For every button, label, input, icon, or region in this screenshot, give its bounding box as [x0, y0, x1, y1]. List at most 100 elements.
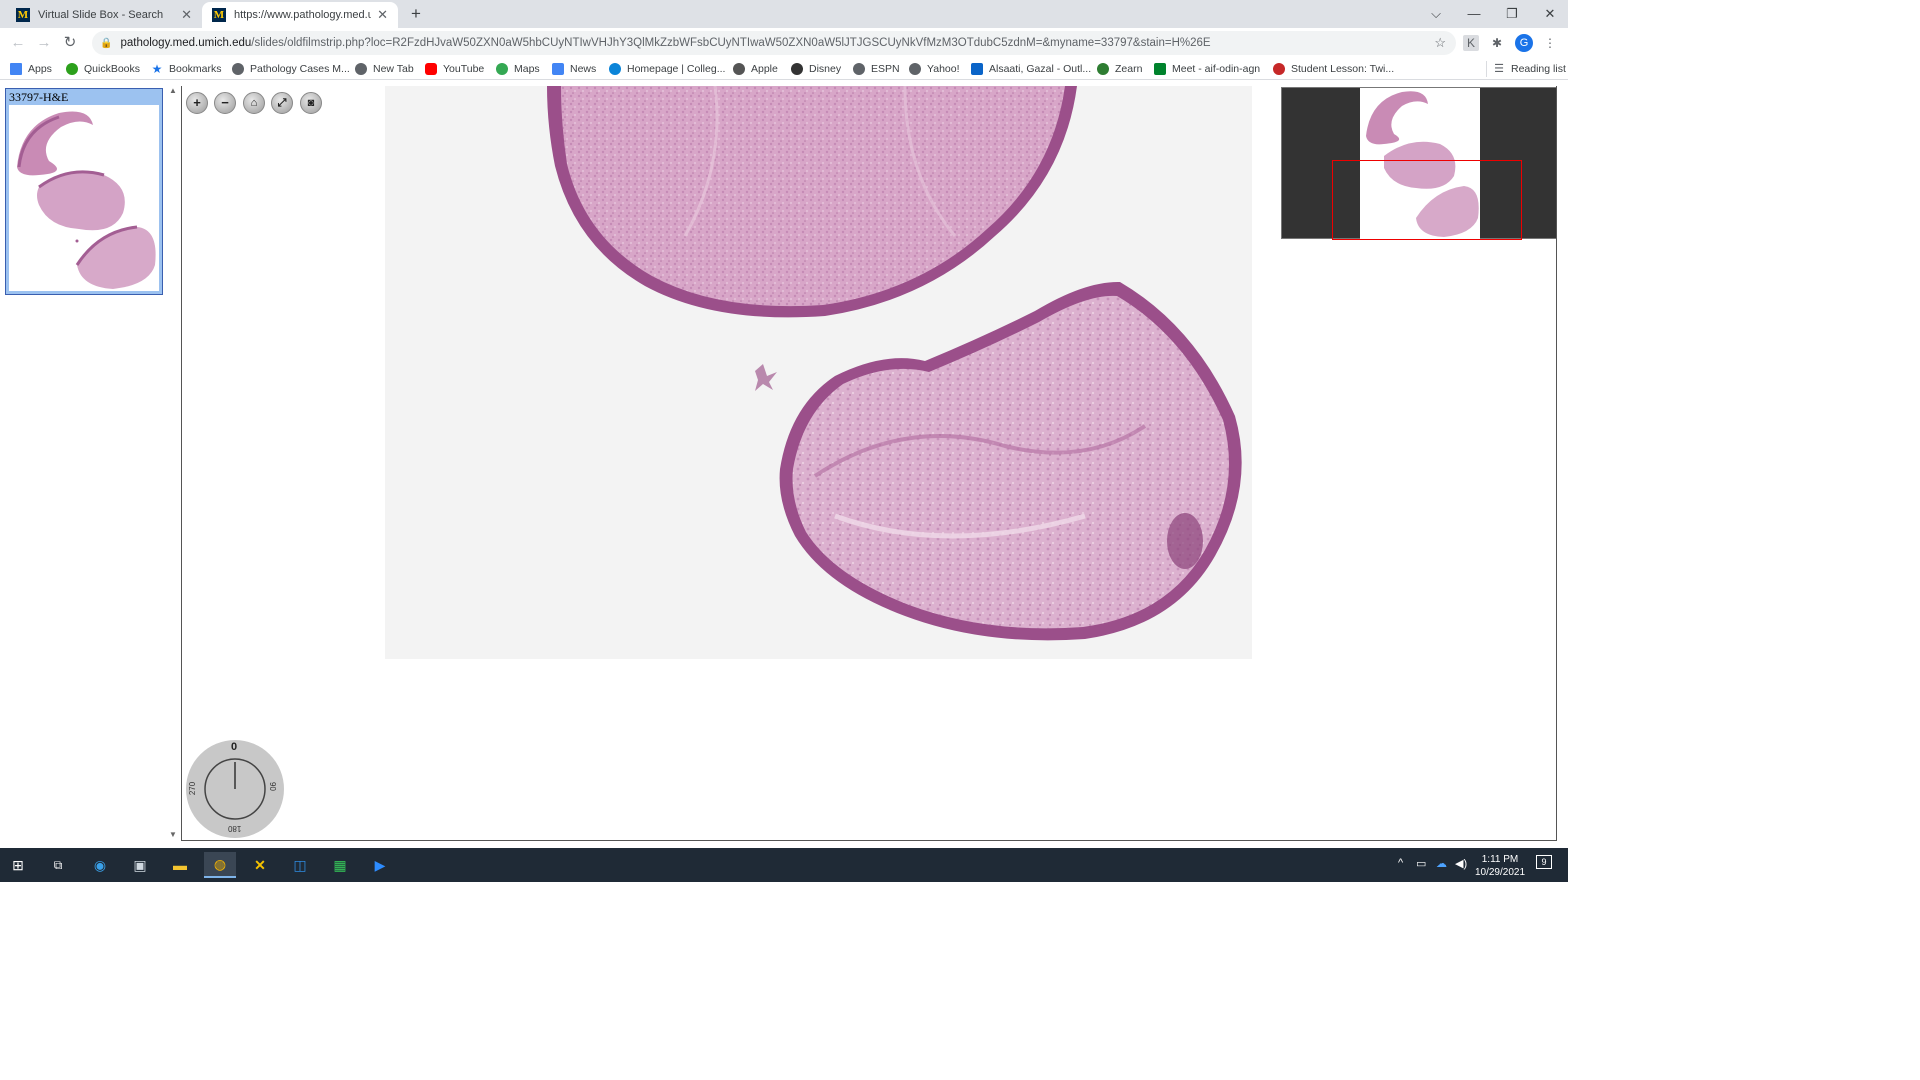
umich-favicon-icon: M [16, 8, 30, 22]
bookmark-yahoo[interactable]: Yahoo! [909, 61, 960, 77]
bookmark-apple[interactable]: Apple [733, 61, 778, 77]
disney-icon [791, 63, 803, 75]
rotation-label-bottom: 180 [228, 824, 242, 833]
back-arrow-icon[interactable]: ← [8, 33, 28, 53]
bookmark-meet[interactable]: Meet - aif-odin-agn [1154, 61, 1260, 77]
restore-button[interactable]: ❐ [1497, 4, 1527, 24]
profile-avatar[interactable]: G [1515, 34, 1533, 52]
extension-icon[interactable]: K [1463, 35, 1479, 51]
bookmark-maps[interactable]: Maps [496, 61, 540, 77]
bookmark-zearn[interactable]: Zearn [1097, 61, 1142, 77]
tab-search-icon[interactable]: ⌵ [1421, 4, 1451, 24]
zearn-icon [1097, 63, 1109, 75]
close-tab-icon[interactable]: ✕ [377, 7, 388, 23]
chrome-menu-icon[interactable]: ⋮ [1542, 35, 1558, 51]
apps-grid-icon [10, 63, 22, 75]
slide-thumbnail[interactable]: 33797-H&E [5, 88, 163, 295]
quickbooks-icon [66, 63, 78, 75]
address-bar[interactable]: 🔒 pathology.med.umich.edu/slides/oldfilm… [92, 31, 1456, 55]
notification-center-icon[interactable]: 9 [1536, 855, 1552, 869]
bookmark-homepage-college[interactable]: Homepage | Colleg... [609, 61, 725, 77]
reading-list-icon: ☰ [1494, 63, 1504, 75]
star-icon: ★ [151, 62, 163, 76]
chrome-icon[interactable]: ◍ [204, 852, 236, 878]
globe-icon [355, 63, 367, 75]
maps-pin-icon [496, 63, 508, 75]
home-icon[interactable]: ⌂ [243, 92, 265, 114]
tab-strip: M Virtual Slide Box - Search ✕ M https:/… [0, 0, 1568, 28]
globe-icon [909, 63, 921, 75]
zoom-in-button[interactable]: + [186, 92, 208, 114]
reading-list-button[interactable]: ☰ Reading list [1486, 61, 1566, 77]
tab-pathology-slide[interactable]: M https://www.pathology.med.umi ✕ [202, 2, 398, 28]
bookmark-outlook[interactable]: Alsaati, Gazal - Outl... [971, 61, 1091, 77]
scroll-up-icon[interactable]: ▲ [169, 86, 177, 95]
slide-image[interactable] [385, 86, 1252, 659]
slide-thumbnail-image [9, 105, 159, 291]
minimize-button[interactable]: — [1459, 4, 1489, 24]
close-tab-icon[interactable]: ✕ [181, 7, 192, 23]
camera-icon[interactable]: ◙ [300, 92, 322, 114]
extensions-puzzle-icon[interactable]: ✱ [1489, 35, 1505, 51]
globe-icon [232, 63, 244, 75]
rotation-dial[interactable]: 0 90 180 270 [186, 740, 284, 838]
bookmark-youtube[interactable]: YouTube [425, 61, 484, 77]
onedrive-icon[interactable]: ☁ [1436, 857, 1447, 870]
taskbar-clock[interactable]: 1:11 PM 10/29/2021 [1470, 853, 1530, 879]
bookmark-disney[interactable]: Disney [791, 61, 841, 77]
bookmark-pathology-cases[interactable]: Pathology Cases M... [232, 61, 350, 77]
windows-taskbar: ⊞ ⧉ ◉ ▣ ▬ ◍ ✕ ◫ ▦ ▶ ^ ▭ ☁ ◀) 1:11 PM 10/… [0, 848, 1568, 882]
slide-label: 33797-H&E [9, 90, 69, 104]
meet-icon [1154, 63, 1166, 75]
zoom-app-icon[interactable]: ▶ [364, 852, 396, 878]
scroll-down-icon[interactable]: ▼ [169, 830, 177, 839]
app-x-icon[interactable]: ✕ [244, 852, 276, 878]
tab-virtual-slide-box[interactable]: M Virtual Slide Box - Search ✕ [6, 2, 202, 28]
rotation-label-right: 90 [267, 782, 277, 791]
windows-start-icon[interactable]: ⊞ [2, 852, 34, 878]
bookmark-news[interactable]: News [552, 61, 596, 77]
reload-icon[interactable]: ↻ [60, 33, 80, 53]
apple-icon [733, 63, 745, 75]
store-icon[interactable]: ▣ [124, 852, 156, 878]
tab-title: Virtual Slide Box - Search [38, 9, 164, 21]
bookmark-bookmarks[interactable]: ★ Bookmarks [151, 61, 222, 77]
youtube-icon [425, 63, 437, 75]
close-window-button[interactable]: ✕ [1535, 4, 1565, 24]
college-icon [609, 63, 621, 75]
forward-arrow-icon[interactable]: → [34, 33, 54, 53]
file-explorer-icon[interactable]: ▬ [164, 852, 196, 878]
fullscreen-icon[interactable]: ⤢ [271, 92, 293, 114]
bookmarks-bar: Apps QuickBooks ★ Bookmarks Pathology Cas… [0, 58, 1568, 80]
outlook-taskbar-icon[interactable]: ◫ [284, 852, 316, 878]
globe-icon [853, 63, 865, 75]
image-viewer-icon[interactable]: ▦ [324, 852, 356, 878]
news-icon [552, 63, 564, 75]
slide-viewer[interactable]: + − ⌂ ⤢ ◙ 0 90 180 270 [181, 86, 1557, 841]
url-host: pathology.med.umich.edu [120, 37, 252, 49]
bookmark-espn[interactable]: ESPN [853, 61, 900, 77]
browser-toolbar: ← → ↻ 🔒 pathology.med.umich.edu/slides/o… [0, 28, 1568, 58]
bookmark-student-lesson[interactable]: Student Lesson: Twi... [1273, 61, 1394, 77]
lesson-icon [1273, 63, 1285, 75]
bookmark-apps[interactable]: Apps [10, 61, 52, 77]
network-icon[interactable]: ▭ [1416, 857, 1426, 870]
tab-title: https://www.pathology.med.umi [234, 9, 372, 21]
umich-favicon-icon: M [212, 8, 226, 22]
zoom-out-button[interactable]: − [214, 92, 236, 114]
lock-icon: 🔒 [100, 37, 113, 49]
bookmark-star-icon[interactable]: ☆ [1434, 35, 1446, 51]
clock-time: 1:11 PM [1481, 854, 1519, 865]
volume-icon[interactable]: ◀) [1455, 857, 1467, 870]
task-view-icon[interactable]: ⧉ [42, 852, 74, 878]
filmstrip-scrollbar[interactable]: ▲ ▼ [168, 86, 180, 842]
outlook-icon [971, 63, 983, 75]
navigator-overview[interactable] [1281, 87, 1556, 240]
new-tab-button[interactable]: + [406, 4, 426, 24]
navigator-viewport-rect[interactable] [1332, 160, 1522, 240]
bookmark-new-tab[interactable]: New Tab [355, 61, 414, 77]
edge-icon[interactable]: ◉ [84, 852, 116, 878]
rotation-label-left: 270 [188, 781, 198, 796]
bookmark-quickbooks[interactable]: QuickBooks [66, 61, 140, 77]
tray-chevron-icon[interactable]: ^ [1398, 857, 1403, 869]
